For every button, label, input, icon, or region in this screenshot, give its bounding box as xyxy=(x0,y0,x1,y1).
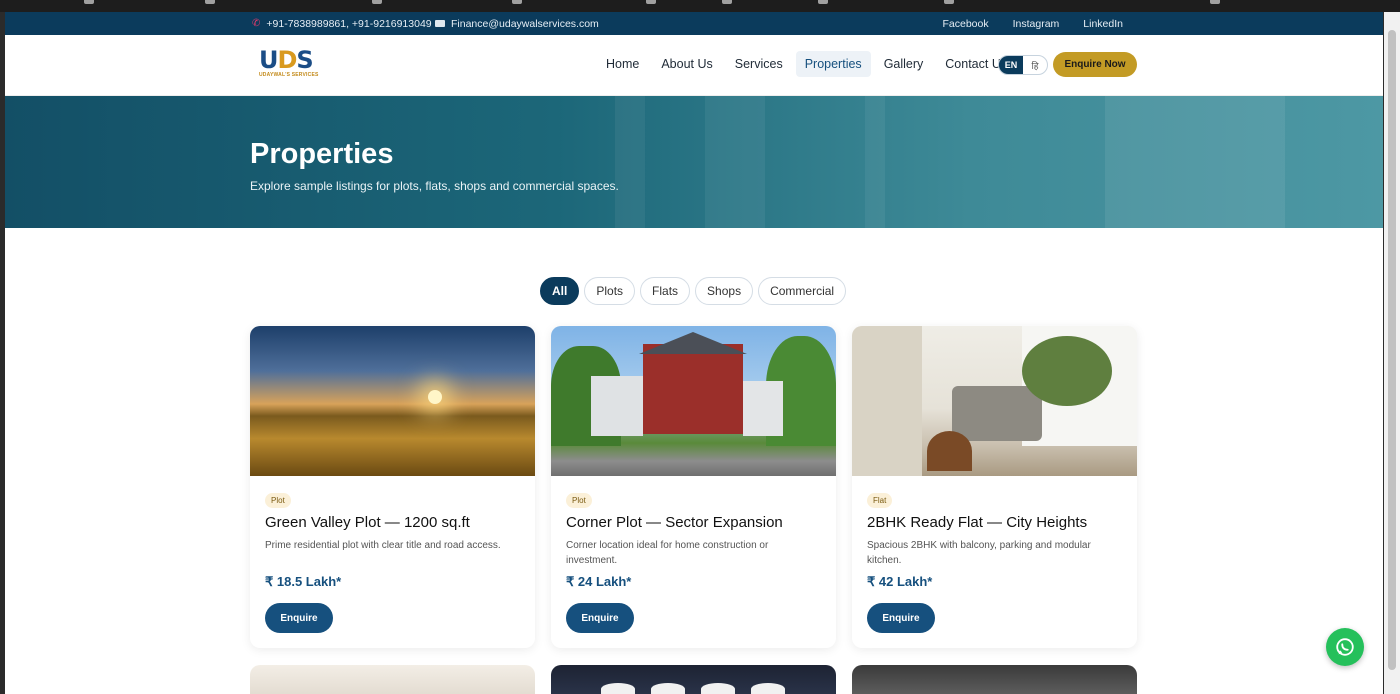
hero-bg-decor xyxy=(705,96,765,228)
sofa-graphic xyxy=(952,386,1042,441)
property-price: ₹ 24 Lakh* xyxy=(566,574,632,589)
chair-graphic xyxy=(927,431,972,471)
email-address: Finance@udaywalservices.com xyxy=(451,17,599,30)
house-graphic xyxy=(591,376,643,436)
lamp-graphic xyxy=(651,683,685,694)
property-image-field-sunset xyxy=(250,326,535,476)
main-navbar: UDS UDAYWAL'S SERVICES Home About Us Ser… xyxy=(5,35,1383,96)
lamp-graphic xyxy=(701,683,735,694)
property-description: Spacious 2BHK with balcony, parking and … xyxy=(867,540,1091,566)
property-image-red-house xyxy=(551,326,836,476)
mail-icon xyxy=(435,20,445,27)
property-price: ₹ 42 Lakh* xyxy=(867,574,933,589)
os-tab-strip xyxy=(0,0,1400,12)
house-graphic xyxy=(643,344,743,434)
browser-viewport: ✆ +91-7838989861, +91-9216913049 Finance… xyxy=(5,12,1383,694)
logo-mark: UDS xyxy=(259,46,314,74)
property-tag: Flat xyxy=(867,493,893,508)
nav-home[interactable]: Home xyxy=(597,51,648,77)
property-image-living-room xyxy=(852,326,1137,476)
property-card: Plot Corner Plot — Sector Expansion Corn… xyxy=(551,326,836,648)
property-card-partial xyxy=(250,665,535,694)
property-filters: All Plots Flats Shops Commercial xyxy=(540,277,847,305)
hero-bg-decor xyxy=(865,96,885,228)
filter-commercial[interactable]: Commercial xyxy=(758,277,847,305)
filter-plots[interactable]: Plots xyxy=(584,277,636,305)
whatsapp-icon xyxy=(1336,638,1354,656)
lang-hi-button[interactable]: हि xyxy=(1023,56,1047,74)
property-card: Plot Green Valley Plot — 1200 sq.ft Prim… xyxy=(250,326,535,648)
lamp-graphic xyxy=(601,683,635,694)
house-graphic xyxy=(743,381,783,436)
plant-graphic xyxy=(1022,336,1112,406)
property-tag: Plot xyxy=(265,493,291,508)
phone-icon: ✆ xyxy=(252,18,261,29)
phone-numbers: +91-7838989861, +91-9216913049 xyxy=(266,17,432,30)
shelf-graphic xyxy=(852,326,922,476)
lang-en-button[interactable]: EN xyxy=(999,56,1023,74)
page-title: Properties xyxy=(250,138,394,170)
enquire-now-button[interactable]: Enquire Now xyxy=(1053,52,1137,77)
page-subtitle: Explore sample listings for plots, flats… xyxy=(250,179,619,193)
hero-bg-decor xyxy=(615,96,645,228)
property-description: Corner location ideal for home construct… xyxy=(566,540,769,566)
language-toggle: EN हि xyxy=(998,55,1048,75)
brand-logo[interactable]: UDS UDAYWAL'S SERVICES xyxy=(259,48,329,84)
property-title: 2BHK Ready Flat — City Heights xyxy=(867,514,1088,531)
hero-bg-decor xyxy=(1105,96,1285,228)
contact-topbar: ✆ +91-7838989861, +91-9216913049 Finance… xyxy=(5,12,1383,35)
phone-contact[interactable]: ✆ +91-7838989861, +91-9216913049 xyxy=(252,18,432,30)
email-contact[interactable]: Finance@udaywalservices.com xyxy=(435,18,599,30)
filter-shops[interactable]: Shops xyxy=(695,277,754,305)
nav-gallery[interactable]: Gallery xyxy=(875,51,933,77)
instagram-link[interactable]: Instagram xyxy=(1013,18,1060,30)
property-card-partial xyxy=(852,665,1137,694)
page-scrollbar[interactable] xyxy=(1384,12,1400,694)
facebook-link[interactable]: Facebook xyxy=(942,18,988,30)
lamp-graphic xyxy=(751,683,785,694)
property-title: Corner Plot — Sector Expansion xyxy=(566,514,783,531)
filter-flats[interactable]: Flats xyxy=(640,277,691,305)
roof-graphic xyxy=(639,332,747,354)
property-card: Flat 2BHK Ready Flat — City Heights Spac… xyxy=(852,326,1137,648)
nav-properties[interactable]: Properties xyxy=(795,51,871,77)
linkedin-link[interactable]: LinkedIn xyxy=(1083,18,1123,30)
property-tag: Plot xyxy=(566,493,592,508)
nav-menu: Home About Us Services Properties Galler… xyxy=(597,51,1016,77)
whatsapp-chat-button[interactable] xyxy=(1326,628,1364,666)
property-card-partial xyxy=(551,665,836,694)
nav-about-us[interactable]: About Us xyxy=(652,51,721,77)
property-description: Prime residential plot with clear title … xyxy=(265,540,501,551)
enquire-button[interactable]: Enquire xyxy=(265,603,333,633)
scrollbar-thumb[interactable] xyxy=(1388,30,1396,670)
social-links: Facebook Instagram LinkedIn xyxy=(942,18,1123,30)
filter-all[interactable]: All xyxy=(540,277,580,305)
enquire-button[interactable]: Enquire xyxy=(867,603,935,633)
enquire-button[interactable]: Enquire xyxy=(566,603,634,633)
nav-services[interactable]: Services xyxy=(726,51,792,77)
property-price: ₹ 18.5 Lakh* xyxy=(265,574,342,589)
page-hero: Properties Explore sample listings for p… xyxy=(5,96,1383,228)
logo-tagline: UDAYWAL'S SERVICES xyxy=(259,72,319,78)
property-title: Green Valley Plot — 1200 sq.ft xyxy=(265,514,470,531)
sun-graphic xyxy=(428,390,442,404)
